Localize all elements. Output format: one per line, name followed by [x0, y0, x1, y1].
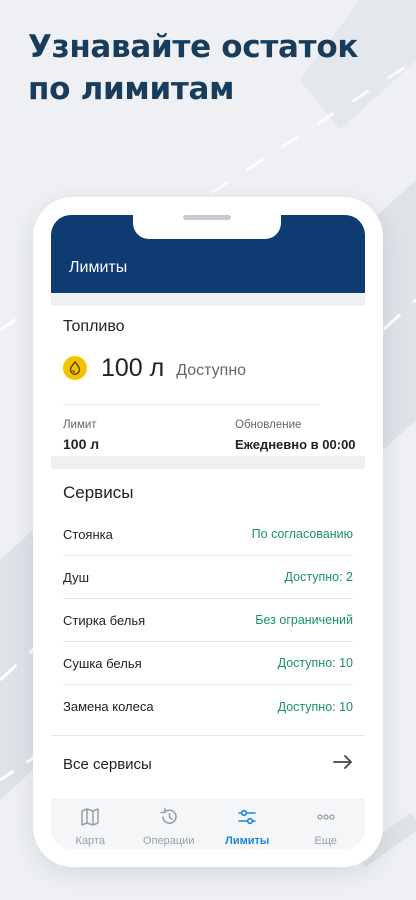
- fuel-balance-row: 100 л Доступно: [63, 352, 246, 384]
- tab-more[interactable]: Еще: [287, 800, 366, 849]
- app-screen: Лимиты Топливо 100 л Доступно Лимит 100 …: [51, 215, 365, 849]
- page-title: Лимиты: [69, 259, 128, 276]
- service-row-shower[interactable]: Душ Доступно: 2: [63, 556, 353, 599]
- update-label: Обновление: [235, 419, 302, 431]
- speaker-grille: [183, 215, 231, 220]
- service-status: По согласованию: [251, 527, 353, 541]
- fuel-amount: 100 л: [101, 353, 165, 382]
- service-name: Стирка белья: [63, 612, 146, 628]
- bottom-tab-bar: Карта Операции Лимиты Еще: [51, 800, 365, 849]
- all-services-link[interactable]: Все сервисы: [51, 735, 365, 793]
- tab-label: Лимиты: [225, 835, 270, 847]
- all-services-label: Все сервисы: [63, 756, 152, 773]
- service-row-drying[interactable]: Сушка белья Доступно: 10: [63, 642, 353, 685]
- service-status: Доступно: 10: [277, 699, 353, 714]
- service-status: Доступно: 10: [277, 656, 353, 670]
- history-icon: [159, 807, 179, 832]
- limit-value: 100 л: [63, 436, 100, 452]
- app-header: Лимиты: [51, 215, 365, 293]
- phone-notch: [133, 215, 281, 239]
- promo-headline: Узнавайте остаток по лимитам: [28, 29, 359, 107]
- more-icon: [316, 807, 336, 832]
- fuel-status: Доступно: [176, 361, 247, 379]
- service-name: Сушка белья: [63, 655, 142, 671]
- service-row-parking[interactable]: Стоянка По согласованию: [63, 513, 353, 556]
- service-status: Доступно: 2: [284, 570, 353, 584]
- tab-map[interactable]: Карта: [51, 800, 130, 849]
- tab-label: Еще: [314, 835, 337, 847]
- fuel-title: Топливо: [63, 318, 125, 335]
- services-title: Сервисы: [63, 483, 134, 502]
- limit-label: Лимит: [63, 419, 97, 431]
- service-name: Замена колеса: [63, 699, 154, 714]
- services-card: Сервисы Стоянка По согласованию Душ Дост…: [51, 469, 365, 799]
- tab-label: Карта: [75, 835, 105, 847]
- fuel-card: Топливо 100 л Доступно Лимит 100 л Обнов…: [51, 306, 365, 456]
- service-name: Душ: [63, 569, 90, 585]
- map-icon: [80, 807, 100, 832]
- tab-operations[interactable]: Операции: [130, 800, 209, 849]
- divider: [63, 404, 320, 405]
- service-row-wheel-change[interactable]: Замена колеса Доступно: 10: [63, 685, 353, 728]
- phone-frame: Лимиты Топливо 100 л Доступно Лимит 100 …: [33, 197, 383, 867]
- tab-label: Операции: [143, 835, 195, 847]
- service-row-laundry[interactable]: Стирка белья Без ограничений: [63, 599, 353, 642]
- tab-limits[interactable]: Лимиты: [208, 800, 287, 849]
- service-status: Без ограничений: [255, 613, 353, 627]
- update-value: Ежедневно в 00:00: [235, 437, 356, 452]
- arrow-right-icon: [333, 755, 353, 774]
- sliders-icon: [237, 807, 257, 832]
- fuel-drop-icon: [63, 356, 87, 380]
- service-name: Стоянка: [63, 526, 113, 542]
